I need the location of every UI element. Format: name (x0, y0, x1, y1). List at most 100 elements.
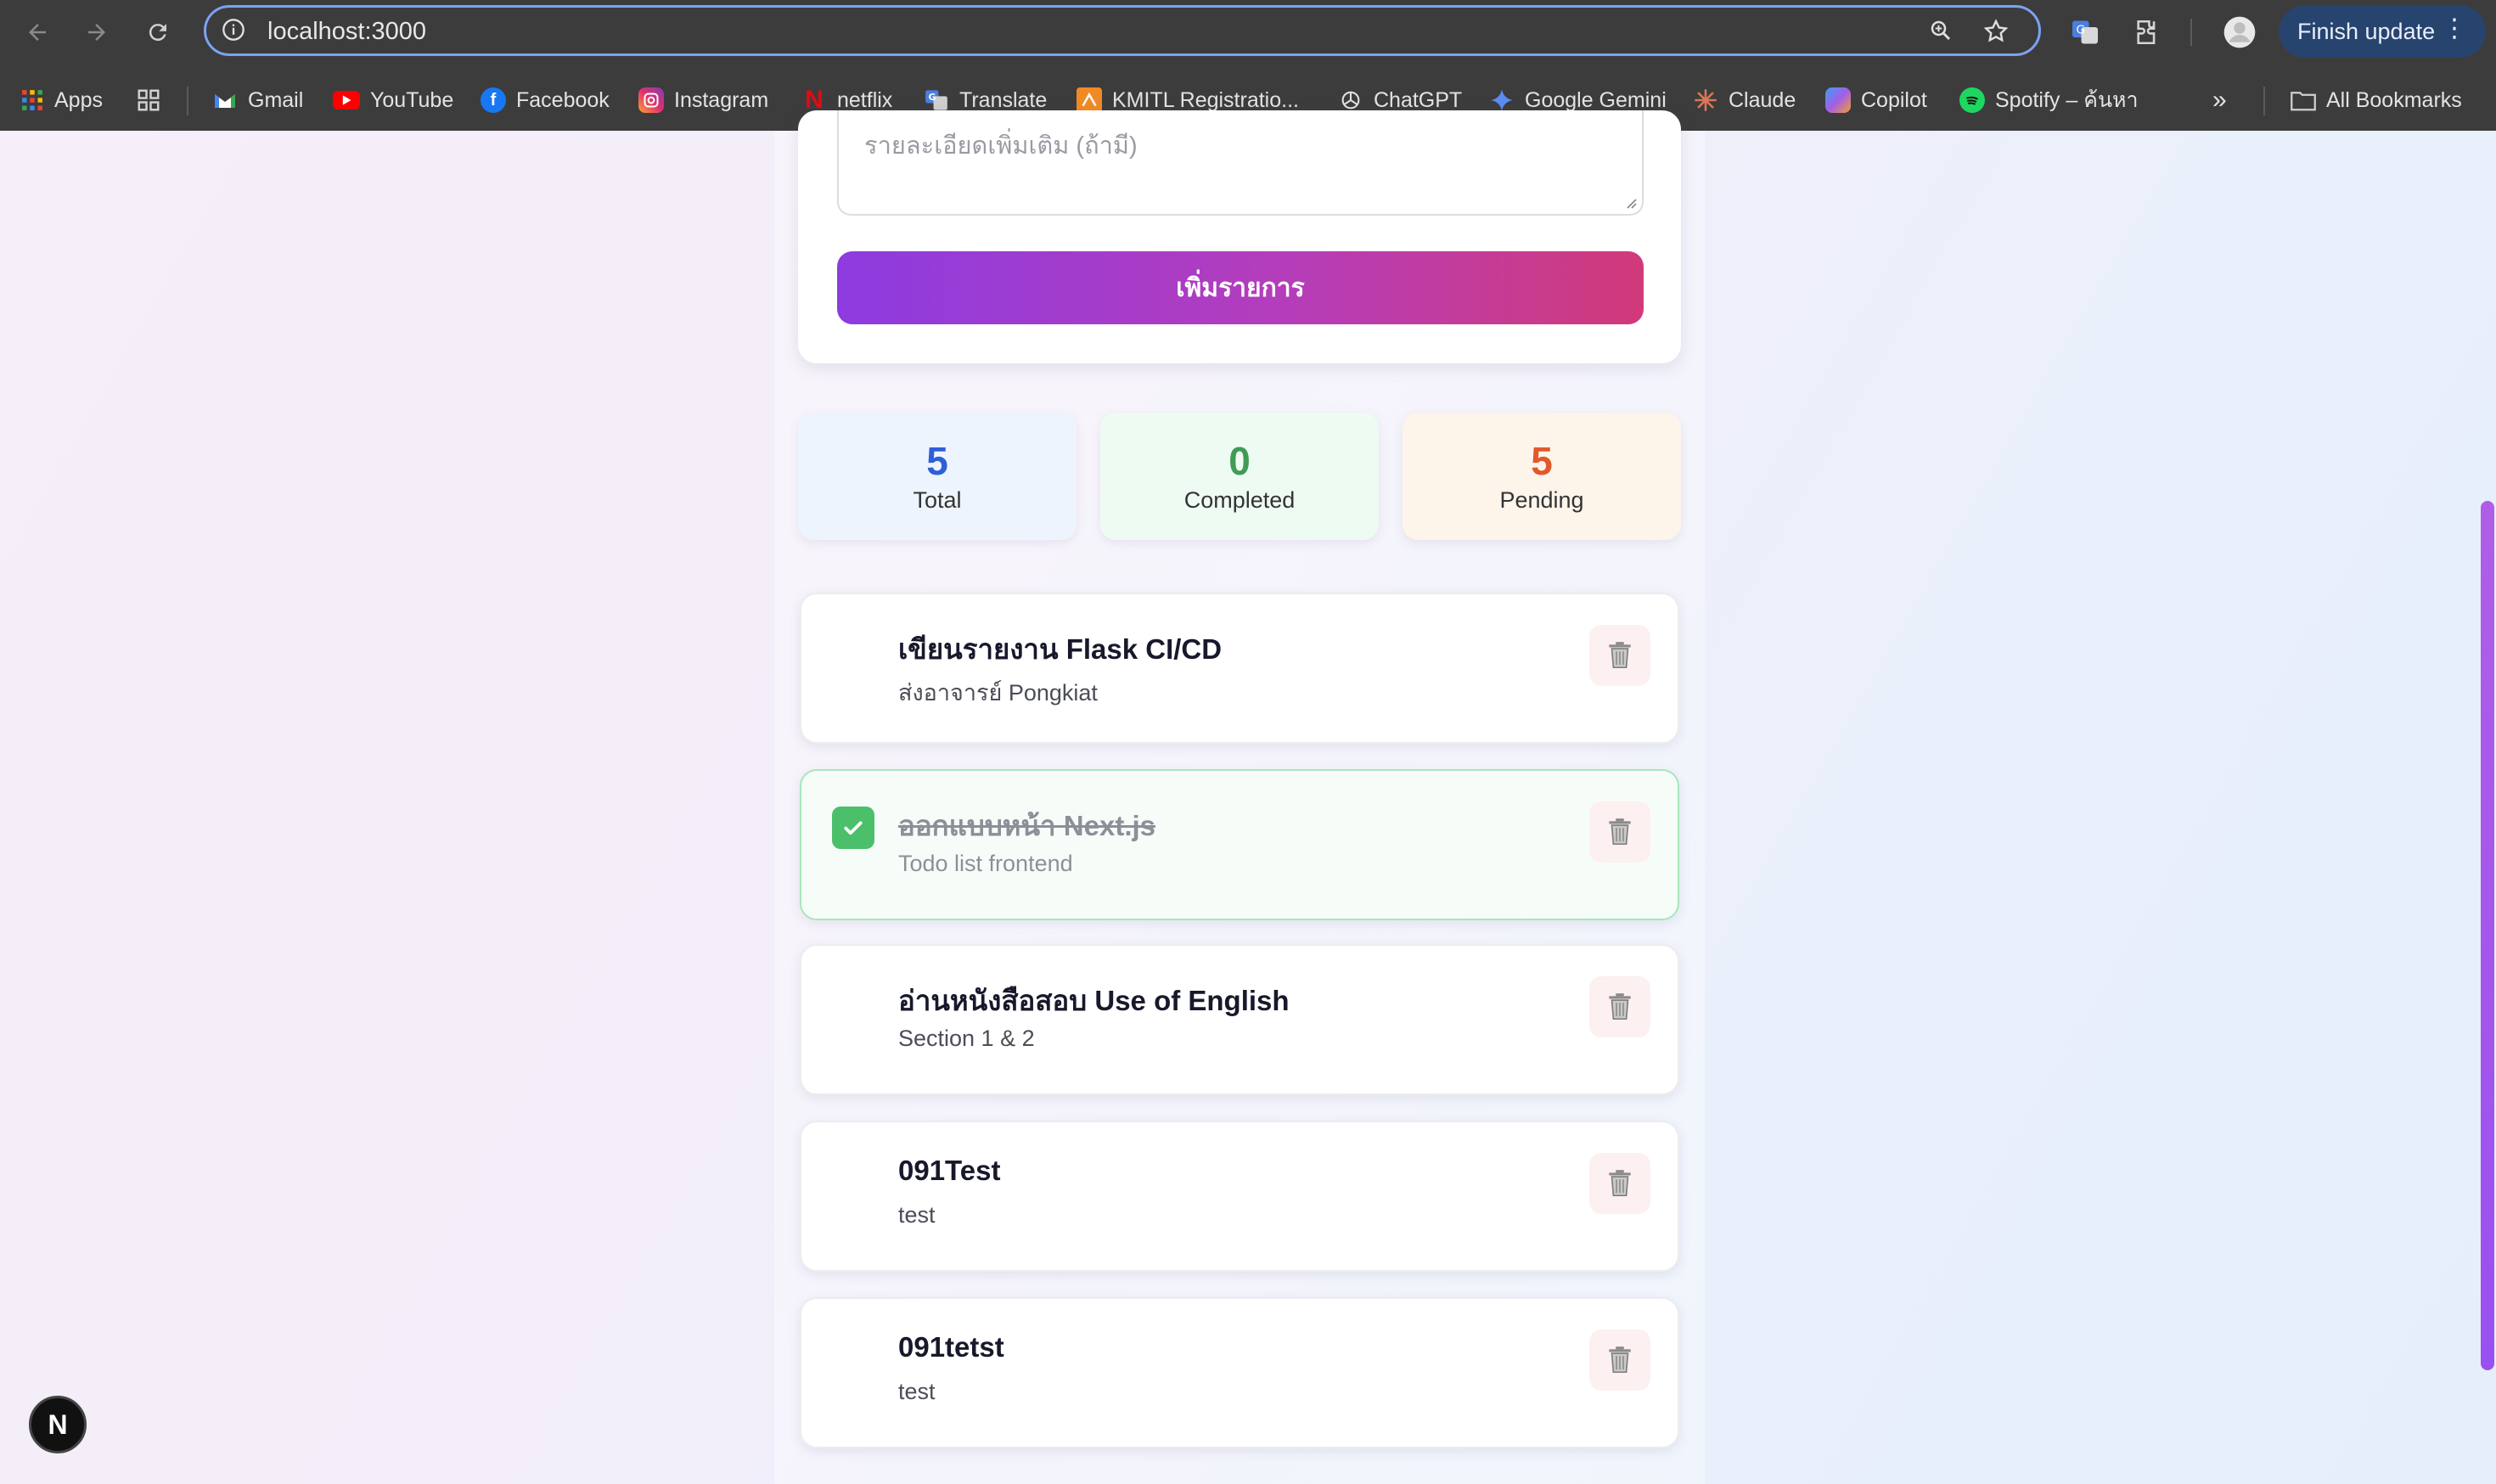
description-placeholder: รายละเอียดเพิ่มเติม (ถ้ามี) (864, 132, 1138, 160)
page-scrollbar[interactable] (2481, 501, 2494, 1370)
all-bookmarks-folder[interactable]: All Bookmarks (2291, 83, 2462, 117)
youtube-icon (333, 91, 360, 110)
copilot-icon (1825, 87, 1851, 113)
bookmark-label: Facebook (516, 87, 610, 112)
claude-icon (1693, 87, 1718, 113)
todo-item-completed[interactable]: ออกแบบหน้า Next.js Todo list frontend (800, 769, 1679, 920)
more-bookmarks-chevron-icon[interactable]: » (2212, 83, 2227, 117)
stat-completed-value: 0 (1228, 439, 1251, 483)
checkmark-icon (844, 821, 863, 835)
finish-update-label: Finish update (2297, 18, 2436, 44)
todo-item[interactable]: เขียนรายงาน Flask CI/CD ส่งอาจารย์ Pongk… (800, 593, 1679, 744)
bookmark-spotify[interactable]: Spotify – ค้นหา (1959, 83, 2139, 117)
tab-groups-icon[interactable] (136, 83, 161, 117)
todo-item[interactable]: 091tetst test (800, 1297, 1679, 1448)
nextjs-dev-badge[interactable]: N (29, 1396, 87, 1453)
todo-title: อ่านหนังสือสอบ Use of English (898, 985, 1290, 1016)
bookmark-youtube[interactable]: YouTube (333, 83, 453, 117)
bookmark-instagram[interactable]: Instagram (638, 83, 768, 117)
bookmark-copilot[interactable]: Copilot (1825, 83, 1927, 117)
add-item-button[interactable]: เพิ่มรายการ (837, 251, 1644, 324)
extensions-icon[interactable] (2131, 15, 2165, 49)
delete-button[interactable] (1589, 1329, 1650, 1391)
description-textarea[interactable]: รายละเอียดเพิ่มเติม (ถ้ามี) (837, 110, 1644, 216)
bookmark-label: Apps (54, 87, 103, 112)
bookmark-label: Claude (1729, 87, 1796, 112)
stat-completed-card: 0 Completed (1100, 413, 1379, 540)
bookmark-star-icon[interactable] (1982, 18, 2010, 52)
reload-icon[interactable] (139, 14, 177, 51)
url-text[interactable]: localhost:3000 (267, 18, 426, 46)
trash-icon (1609, 818, 1631, 846)
bookmark-label: Spotify – ค้นหา (1995, 88, 2139, 112)
stat-total-label: Total (913, 487, 962, 513)
stat-total-value: 5 (926, 439, 948, 483)
browser-toolbar: localhost:3000 G Finish update ⋮ (0, 0, 2496, 65)
stat-pending-label: Pending (1499, 487, 1584, 513)
trash-icon (1609, 642, 1631, 669)
bookmark-label: YouTube (370, 87, 454, 112)
folder-icon (2291, 87, 2316, 113)
todo-description: Todo list frontend (898, 851, 1073, 876)
more-menu-icon[interactable]: ⋮ (2442, 15, 2467, 42)
resize-handle-icon[interactable] (1623, 195, 1637, 209)
bookmark-label: Instagram (674, 87, 769, 112)
instagram-icon (638, 87, 664, 113)
delete-button[interactable] (1589, 1153, 1650, 1214)
bookmark-label: Google Gemini (1525, 87, 1667, 112)
delete-button[interactable] (1589, 976, 1650, 1037)
spotify-icon (1959, 87, 1985, 113)
todo-description: ส่งอาจารย์ Pongkiat (898, 680, 1098, 705)
todo-item[interactable]: 091Test test (800, 1121, 1679, 1272)
todo-title: ออกแบบหน้า Next.js (898, 810, 1156, 841)
stat-completed-label: Completed (1183, 487, 1296, 513)
toolbar-divider (2190, 19, 2192, 46)
gmail-icon (212, 87, 238, 113)
bookmark-gmail[interactable]: Gmail (212, 83, 303, 117)
trash-icon (1609, 1170, 1631, 1197)
bookmark-label: KMITL Registratio... (1112, 87, 1299, 112)
netflix-icon: N (805, 86, 824, 114)
bookmarks-divider (2263, 87, 2265, 115)
stat-pending-card: 5 Pending (1403, 413, 1681, 540)
trash-icon (1609, 993, 1631, 1020)
kmitl-icon (1077, 87, 1102, 113)
svg-text:G: G (929, 93, 936, 103)
apps-grid-icon (20, 88, 44, 112)
bookmarks-divider (187, 87, 188, 115)
all-bookmarks-label: All Bookmarks (2326, 87, 2462, 112)
checkbox-checked[interactable] (832, 807, 874, 849)
stat-total-card: 5 Total (798, 413, 1077, 540)
bookmark-apps[interactable]: Apps (20, 83, 103, 117)
delete-button[interactable] (1589, 801, 1650, 863)
bookmark-label: Copilot (1861, 87, 1927, 112)
site-info-icon[interactable] (222, 18, 245, 42)
bookmark-label: ChatGPT (1374, 87, 1463, 112)
translate-icon: G (924, 87, 949, 113)
bookmark-facebook[interactable]: f Facebook (481, 83, 610, 117)
todo-description: Section 1 & 2 (898, 1026, 1035, 1051)
todo-title: 091Test (898, 1155, 1001, 1186)
zoom-icon[interactable] (1928, 18, 1954, 50)
profile-avatar-icon[interactable] (2223, 15, 2257, 49)
svg-text:G: G (2077, 24, 2085, 37)
bookmark-label: Gmail (248, 87, 304, 112)
address-bar[interactable]: localhost:3000 (204, 5, 2041, 56)
bookmark-label: netflix (837, 87, 893, 112)
chatgpt-icon (1338, 87, 1363, 113)
back-icon[interactable] (19, 14, 56, 51)
trash-icon (1609, 1346, 1631, 1374)
todo-item[interactable]: อ่านหนังสือสอบ Use of English Section 1 … (800, 944, 1679, 1095)
gemini-icon (1489, 87, 1515, 113)
todo-description: test (898, 1379, 936, 1404)
todo-title: เขียนรายงาน Flask CI/CD (898, 633, 1223, 665)
todo-title: 091tetst (898, 1331, 1004, 1363)
bookmark-label: Translate (959, 87, 1048, 112)
todo-description: test (898, 1202, 936, 1228)
google-translate-icon[interactable]: G (2068, 15, 2102, 49)
bookmark-claude[interactable]: Claude (1693, 83, 1796, 117)
delete-button[interactable] (1589, 625, 1650, 686)
finish-update-button[interactable]: Finish update ⋮ (2279, 5, 2486, 58)
forward-icon[interactable] (78, 14, 115, 51)
facebook-icon: f (481, 87, 506, 113)
